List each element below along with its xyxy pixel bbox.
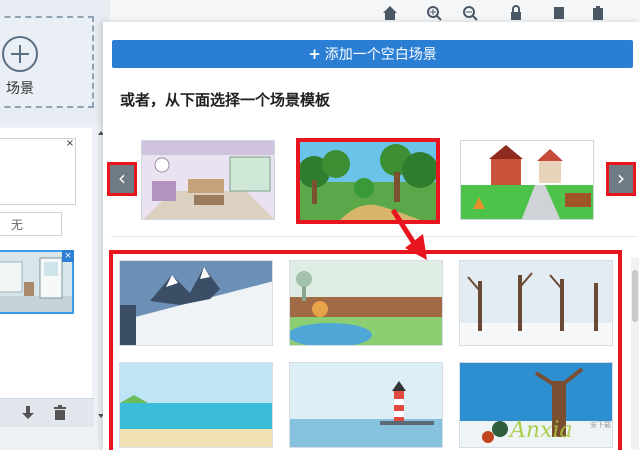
transition-none-badge[interactable]: 无 bbox=[0, 212, 62, 236]
lock-icon[interactable] bbox=[508, 5, 524, 21]
carousel-prev-button[interactable]: ‹ bbox=[107, 162, 137, 196]
template-thumb-pond[interactable] bbox=[289, 260, 443, 346]
template-thumb-town[interactable] bbox=[460, 140, 594, 220]
scrollbar-thumb[interactable] bbox=[632, 270, 638, 322]
template-thumb-snow-mountain[interactable] bbox=[119, 260, 273, 346]
template-thumb-lighthouse[interactable] bbox=[289, 362, 443, 448]
watermark-logo: Anxia bbox=[510, 418, 573, 443]
plus-circle-icon bbox=[2, 36, 38, 72]
template-carousel: ‹ › bbox=[103, 134, 640, 224]
add-scene-label: 场景 bbox=[6, 81, 34, 97]
plus-icon: + bbox=[308, 45, 321, 63]
add-blank-label: 添加一个空白场景 bbox=[324, 47, 437, 63]
carousel-next-button[interactable]: › bbox=[606, 162, 636, 196]
add-blank-scene-button[interactable]: + 添加一个空白场景 bbox=[112, 40, 633, 68]
copy-icon[interactable] bbox=[552, 5, 568, 21]
template-thumb-beach[interactable] bbox=[119, 362, 273, 448]
grid-scrollbar[interactable] bbox=[631, 258, 639, 450]
scene-card[interactable]: × bbox=[0, 138, 76, 205]
scene-list: × 无 × bbox=[0, 128, 92, 398]
add-scene-button[interactable]: 场景 bbox=[0, 16, 94, 108]
template-thumb-room[interactable] bbox=[141, 140, 275, 220]
zoom-out-icon[interactable] bbox=[462, 5, 478, 21]
home-icon[interactable] bbox=[382, 5, 398, 21]
download-icon[interactable] bbox=[20, 405, 36, 421]
watermark-sub: 安下载 bbox=[590, 421, 611, 429]
template-thumb-winter-trees[interactable] bbox=[459, 260, 613, 346]
add-scene-area: 场景 bbox=[0, 0, 110, 125]
scene-card-selected[interactable]: × bbox=[0, 250, 74, 314]
sidebar-footer bbox=[0, 398, 94, 427]
paste-icon[interactable] bbox=[590, 5, 606, 21]
close-icon[interactable]: × bbox=[62, 250, 74, 262]
scene-sidebar: 场景 × 无 × bbox=[0, 0, 110, 450]
template-heading: 或者，从下面选择一个场景模板 bbox=[120, 91, 331, 109]
trash-icon[interactable] bbox=[52, 405, 68, 421]
close-icon[interactable]: × bbox=[65, 139, 75, 149]
zoom-in-icon[interactable] bbox=[426, 5, 442, 21]
scene-template-dialog: + 添加一个空白场景 或者，从下面选择一个场景模板 ‹ › bbox=[103, 22, 640, 450]
